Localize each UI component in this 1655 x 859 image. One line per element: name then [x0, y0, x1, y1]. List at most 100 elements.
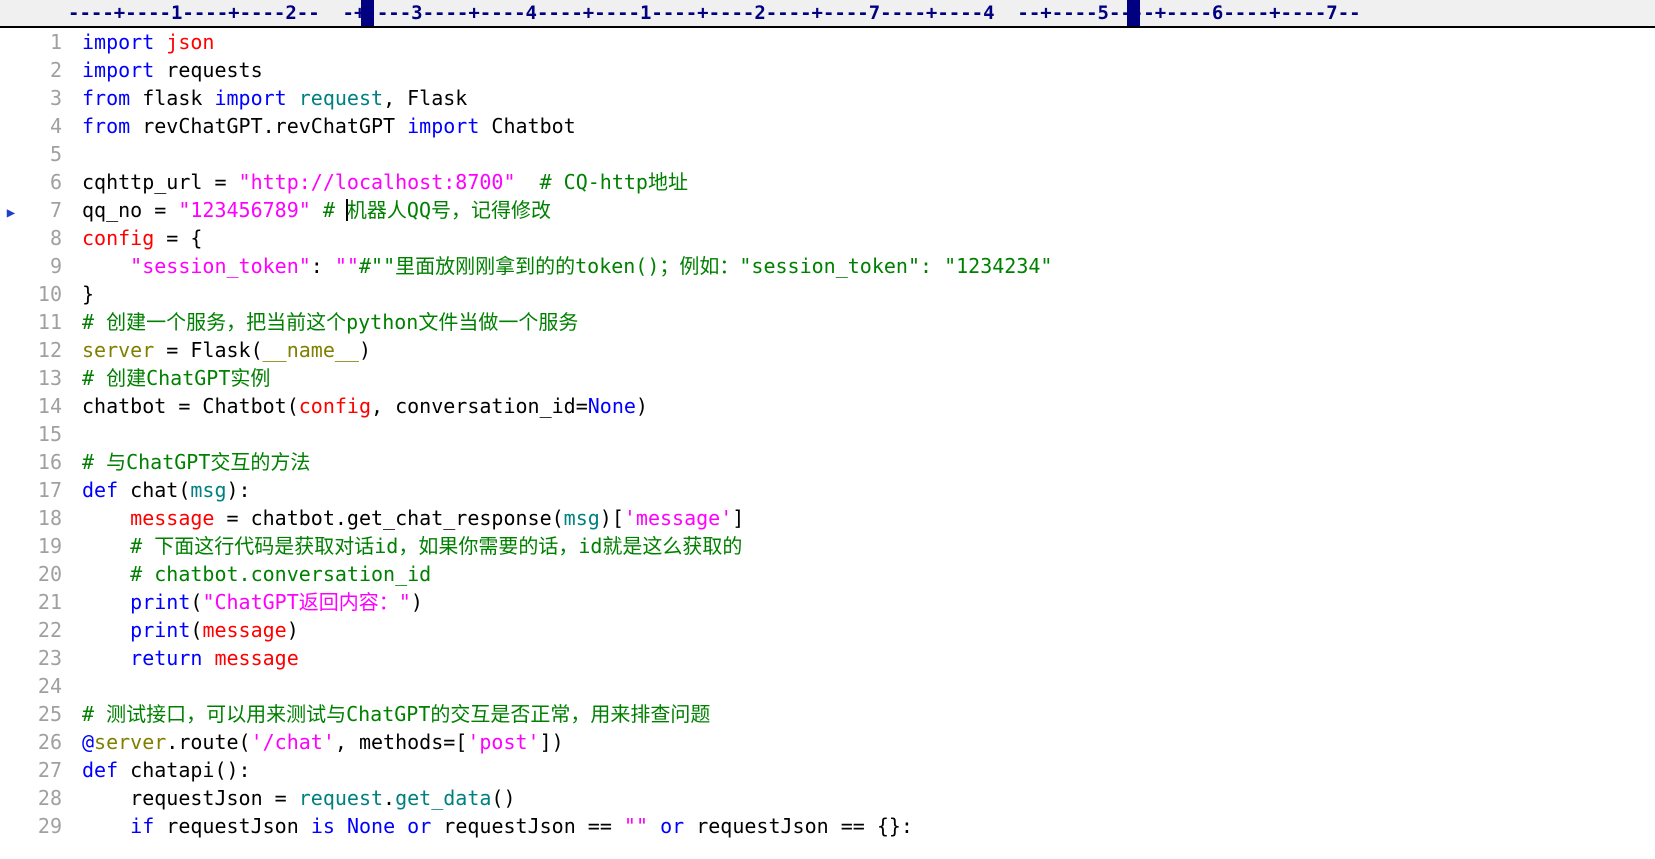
token-olive: server	[94, 730, 167, 754]
token-str: "session_token"	[130, 254, 311, 278]
code-line[interactable]: 3 from flask import request, Flask	[0, 84, 1655, 112]
code-line[interactable]: 13 # 创建ChatGPT实例	[0, 364, 1655, 392]
code-line[interactable]: 16 # 与ChatGPT交互的方法	[0, 448, 1655, 476]
token-olive: server	[82, 338, 155, 362]
code-text[interactable]: import requests	[62, 56, 1655, 84]
token-kw: None	[587, 394, 636, 418]
token-str: ""	[334, 254, 359, 278]
token-plain: Chatbot	[479, 114, 576, 138]
code-line[interactable]: 2 import requests	[0, 56, 1655, 84]
code-text[interactable]: }	[62, 280, 1655, 308]
code-text[interactable]: # 与ChatGPT交互的方法	[62, 448, 1655, 476]
token-str: ""	[623, 814, 649, 838]
code-text[interactable]: "session_token": ""#""里面放刚刚拿到的的token()；例…	[62, 252, 1655, 280]
code-editor-area[interactable]: 1 import json 2 import requests 3 from flask …	[0, 28, 1655, 859]
code-line[interactable]: 26 @server.route('/chat', methods=['post'…	[0, 728, 1655, 756]
code-line[interactable]: ▶ 7 qq_no = "123456789" # 机器人QQ号，记得修改	[0, 196, 1655, 224]
code-text[interactable]: config = {	[62, 224, 1655, 252]
code-line[interactable]: 5	[0, 140, 1655, 168]
code-text[interactable]: # 下面这行代码是获取对话id，如果你需要的话，id就是这么获取的	[62, 532, 1655, 560]
line-number: 9	[49, 254, 62, 278]
token-kw: print	[130, 590, 191, 614]
line-number: 11	[37, 310, 62, 334]
code-text[interactable]: import json	[62, 28, 1655, 56]
line-number: 28	[37, 786, 62, 810]
token-plain: requestJson ==	[431, 814, 624, 838]
code-line[interactable]: 29 if requestJson is None or requestJson…	[0, 812, 1655, 840]
token-deco: @	[82, 730, 95, 754]
code-text[interactable]: # 创建ChatGPT实例	[62, 364, 1655, 392]
code-line[interactable]: 25 # 测试接口，可以用来测试与ChatGPT的交互是否正常，用来排查问题	[0, 700, 1655, 728]
line-number: 23	[37, 646, 62, 670]
code-line[interactable]: 6 cqhttp_url = "http://localhost:8700" # …	[0, 168, 1655, 196]
token-plain: chat(	[118, 478, 191, 502]
code-text[interactable]: return message	[62, 644, 1655, 672]
token-plain: ]	[732, 506, 745, 530]
code-text[interactable]: print("ChatGPT返回内容：")	[62, 588, 1655, 616]
code-line[interactable]: 24	[0, 672, 1655, 700]
token-plain: requests	[154, 58, 263, 82]
code-line[interactable]: 1 import json	[0, 28, 1655, 56]
token-olive: __name__	[262, 338, 359, 362]
token-plain: (	[190, 618, 203, 642]
code-text[interactable]: chatbot = Chatbot(config, conversation_i…	[62, 392, 1655, 420]
ruler-tick-marks: ----+----1----+----2-- -+----3----+----4…	[68, 2, 1361, 24]
code-text[interactable]: def chatapi():	[62, 756, 1655, 784]
ruler-marker-block-2[interactable]	[1127, 0, 1140, 26]
line-number: 2	[49, 58, 62, 82]
token-str: 'post'	[467, 730, 540, 754]
code-line[interactable]: 8 config = {	[0, 224, 1655, 252]
code-line[interactable]: 11 # 创建一个服务，把当前这个python文件当做一个服务	[0, 308, 1655, 336]
code-text[interactable]: def chat(msg):	[62, 476, 1655, 504]
token-mod: config	[82, 226, 155, 250]
horizontal-ruler[interactable]: ----+----1----+----2-- -+----3----+----4…	[0, 0, 1655, 28]
token-plain: revChatGPT.revChatGPT	[130, 114, 408, 138]
code-line[interactable]: 23 return message	[0, 644, 1655, 672]
code-text[interactable]: # 测试接口，可以用来测试与ChatGPT的交互是否正常，用来排查问题	[62, 700, 1655, 728]
code-line[interactable]: 14 chatbot = Chatbot(config, conversation…	[0, 392, 1655, 420]
token-kw: or	[660, 814, 685, 838]
code-text[interactable]: from revChatGPT.revChatGPT import Chatbo…	[62, 112, 1655, 140]
execution-pointer-icon[interactable]: ▶	[0, 199, 22, 227]
code-text[interactable]: server = Flask(__name__)	[62, 336, 1655, 364]
code-line[interactable]: 18 message = chatbot.get_chat_response(m…	[0, 504, 1655, 532]
code-line[interactable]: 27 def chatapi():	[0, 756, 1655, 784]
code-line[interactable]: 12 server = Flask(__name__)	[0, 336, 1655, 364]
code-text[interactable]: requestJson = request.get_data()	[62, 784, 1655, 812]
code-text[interactable]: from flask import request, Flask	[62, 84, 1655, 112]
line-number: 12	[37, 338, 62, 362]
code-text[interactable]: # chatbot.conversation_id	[62, 560, 1655, 588]
token-plain: .	[383, 786, 396, 810]
code-line[interactable]: 4 from revChatGPT.revChatGPT import Chatb…	[0, 112, 1655, 140]
token-mod: message	[214, 646, 299, 670]
code-text[interactable]: print(message)	[62, 616, 1655, 644]
code-line[interactable]: 9 "session_token": ""#""里面放刚刚拿到的的token()…	[0, 252, 1655, 280]
line-number: 15	[37, 422, 62, 446]
line-number: 18	[37, 506, 62, 530]
code-line[interactable]: 19 # 下面这行代码是获取对话id，如果你需要的话，id就是这么获取的	[0, 532, 1655, 560]
code-text[interactable]: message = chatbot.get_chat_response(msg)…	[62, 504, 1655, 532]
code-line[interactable]: 10}	[0, 280, 1655, 308]
code-line[interactable]: 21 print("ChatGPT返回内容：")	[0, 588, 1655, 616]
ruler-marker-block-1[interactable]	[361, 0, 374, 26]
code-text[interactable]: @server.route('/chat', methods=['post'])	[62, 728, 1655, 756]
code-text[interactable]: cqhttp_url = "http://localhost:8700" # C…	[62, 168, 1655, 196]
token-plain: )	[358, 338, 371, 362]
code-line[interactable]: 20 # chatbot.conversation_id	[0, 560, 1655, 588]
code-line[interactable]: 28 requestJson = request.get_data()	[0, 784, 1655, 812]
code-line[interactable]: 22 print(message)	[0, 616, 1655, 644]
code-line[interactable]: 15	[0, 420, 1655, 448]
token-builtin: get_data	[395, 786, 492, 810]
code-text[interactable]: # 创建一个服务，把当前这个python文件当做一个服务	[62, 308, 1655, 336]
token-kw: def	[82, 758, 119, 782]
token-comment: #	[322, 198, 347, 222]
code-line[interactable]: 17 def chat(msg):	[0, 476, 1655, 504]
code-text[interactable]: if requestJson is None or requestJson ==…	[62, 812, 1655, 840]
token-plain: chatapi():	[118, 758, 251, 782]
code-text[interactable]: qq_no = "123456789" # 机器人QQ号，记得修改	[62, 196, 1655, 224]
